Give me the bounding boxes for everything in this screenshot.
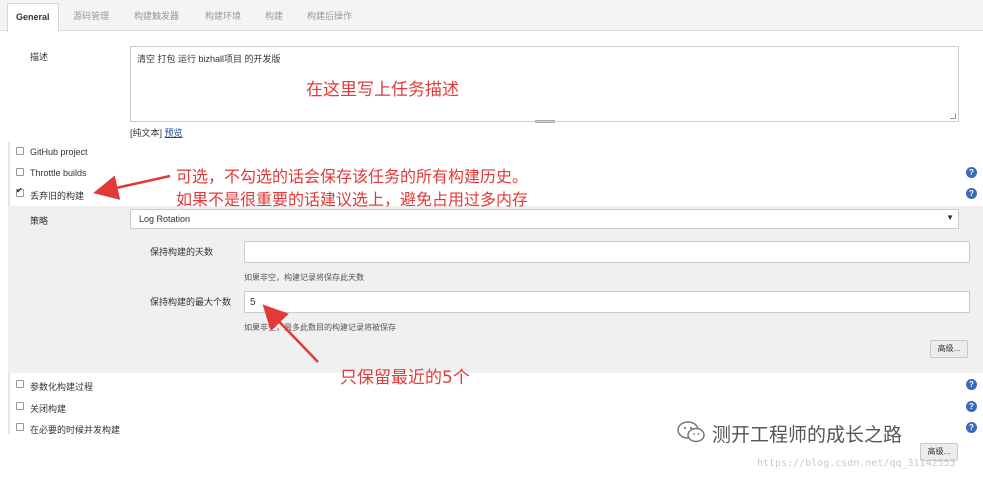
watermark-title: 测开工程师的成长之路 bbox=[712, 424, 903, 446]
watermark-url: https://blog.csdn.net/qq_31142553 bbox=[757, 458, 956, 469]
wechat-logo-icon bbox=[677, 421, 705, 443]
annotation-arrows bbox=[93, 174, 319, 363]
arrow-to-max-builds bbox=[262, 304, 319, 363]
arrow-to-discard-checkbox bbox=[93, 174, 171, 200]
